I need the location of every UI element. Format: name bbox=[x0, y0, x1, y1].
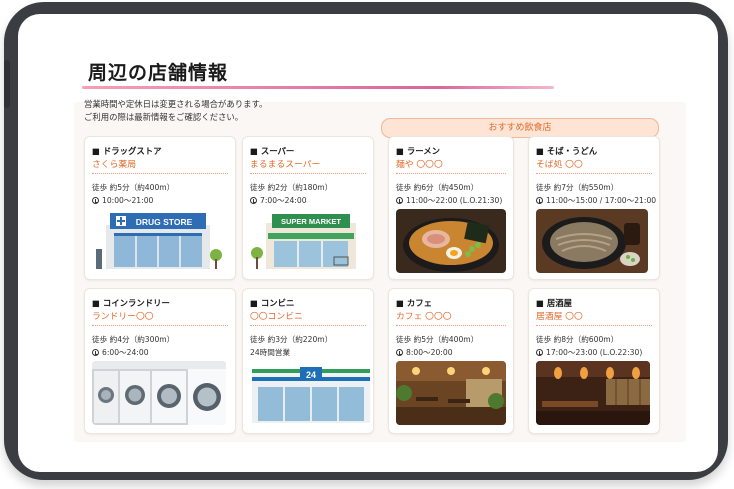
store-name: まるまるスーパー bbox=[250, 160, 321, 170]
store-hours-text: 6:00〜24:00 bbox=[102, 348, 149, 357]
store-card-supermarket[interactable]: ■ スーパー まるまるスーパー 徒歩 約2分（約180m） 7:00〜24:00… bbox=[242, 136, 374, 280]
clock-icon bbox=[396, 349, 403, 356]
store-name: さくら薬局 bbox=[92, 160, 136, 170]
store-name: 麺や 〇〇〇 bbox=[396, 160, 443, 170]
store-category: ■ 居酒屋 bbox=[536, 298, 572, 308]
divider bbox=[396, 173, 506, 174]
izakaya-photo bbox=[536, 361, 650, 425]
store-card-drugstore[interactable]: ■ ドラッグストア さくら薬局 徒歩 約5分（約400m） 10:00〜21:0… bbox=[84, 136, 236, 280]
divider bbox=[396, 325, 506, 326]
store-category: ■ ドラッグストア bbox=[92, 146, 162, 156]
notice-line-2: ご利用の際は最新情報をご確認ください。 bbox=[84, 112, 244, 122]
store-hours: 17:00〜23:00 (L.O.22:30) bbox=[536, 347, 642, 358]
store-hours: 6:00〜24:00 bbox=[92, 347, 149, 358]
soba-photo bbox=[536, 209, 648, 273]
supermarket-sign: SUPER MARKET bbox=[281, 217, 341, 226]
drugstore-sign: DRUG STORE bbox=[136, 217, 193, 227]
tablet-side-button bbox=[4, 60, 10, 108]
store-walk-time: 徒歩 約5分（約400m） bbox=[92, 183, 175, 192]
store-hours-text: 8:00〜20:00 bbox=[406, 348, 453, 357]
store-hours: 7:00〜24:00 bbox=[250, 195, 307, 206]
clock-icon bbox=[92, 197, 99, 204]
cafe-photo bbox=[396, 361, 506, 425]
store-hours: 10:00〜21:00 bbox=[92, 195, 153, 206]
store-hours: 24時間営業 bbox=[250, 347, 290, 358]
store-hours-text: 24時間営業 bbox=[250, 348, 291, 357]
laundry-photo bbox=[92, 361, 226, 425]
store-walk-time: 徒歩 約4分（約300m） bbox=[92, 335, 175, 344]
store-walk-time: 徒歩 約8分（約600m） bbox=[536, 335, 619, 344]
divider bbox=[536, 173, 652, 174]
convenience-store-illustration: 24 bbox=[250, 363, 372, 425]
store-category: ■ そば・うどん bbox=[536, 146, 598, 156]
store-hours-text: 11:00〜22:00 (L.O.21:30) bbox=[406, 196, 503, 205]
divider bbox=[536, 325, 652, 326]
store-walk-time: 徒歩 約7分（約550m） bbox=[536, 183, 619, 192]
store-card-cafe[interactable]: ■ カフェ カフェ 〇〇〇 徒歩 約5分（約400m） 8:00〜20:00 bbox=[388, 288, 514, 434]
title-underline bbox=[82, 86, 554, 89]
clock-icon bbox=[536, 349, 543, 356]
tablet-frame: 周辺の店舗情報 営業時間や定休日は変更される場合があります。 ご利用の際は最新情… bbox=[4, 2, 728, 480]
store-walk-time: 徒歩 約2分（約180m） bbox=[250, 183, 333, 192]
divider bbox=[250, 173, 366, 174]
store-name: ランドリー〇〇 bbox=[92, 312, 154, 322]
page-title: 周辺の店舗情報 bbox=[88, 62, 229, 84]
store-hours-text: 7:00〜24:00 bbox=[260, 196, 307, 205]
drugstore-illustration: DRUG STORE bbox=[92, 209, 226, 271]
store-hours: 11:00〜15:00 / 17:00〜21:00 bbox=[536, 195, 656, 206]
store-category: ■ コインランドリー bbox=[92, 298, 170, 308]
recommended-restaurants-label: おすすめ飲食店 bbox=[381, 118, 659, 138]
divider bbox=[250, 325, 366, 326]
store-walk-time: 徒歩 約5分（約400m） bbox=[396, 335, 479, 344]
convenience-sign: 24 bbox=[306, 370, 316, 380]
store-card-convenience[interactable]: ■ コンビニ 〇〇コンビニ 徒歩 約3分（約220m） 24時間営業 24 bbox=[242, 288, 374, 434]
store-hours: 8:00〜20:00 bbox=[396, 347, 453, 358]
store-name: カフェ 〇〇〇 bbox=[396, 312, 452, 322]
store-name: 〇〇コンビニ bbox=[250, 312, 303, 322]
store-walk-time: 徒歩 約3分（約220m） bbox=[250, 335, 333, 344]
clock-icon bbox=[250, 197, 257, 204]
store-card-soba[interactable]: ■ そば・うどん そば処 〇〇 徒歩 約7分（約550m） 11:00〜15:0… bbox=[528, 136, 660, 280]
store-card-laundry[interactable]: ■ コインランドリー ランドリー〇〇 徒歩 約4分（約300m） 6:00〜24… bbox=[84, 288, 236, 434]
store-hours-text: 10:00〜21:00 bbox=[102, 196, 154, 205]
notice-line-1: 営業時間や定休日は変更される場合があります。 bbox=[84, 99, 268, 109]
store-category: ■ スーパー bbox=[250, 146, 295, 156]
divider bbox=[92, 173, 228, 174]
clock-icon bbox=[536, 197, 543, 204]
store-hours-text: 17:00〜23:00 (L.O.22:30) bbox=[546, 348, 643, 357]
store-hours-text: 11:00〜15:00 / 17:00〜21:00 bbox=[546, 196, 657, 205]
store-card-izakaya[interactable]: ■ 居酒屋 居酒屋 〇〇 徒歩 約8分（約600m） 17:00〜23:00 (… bbox=[528, 288, 660, 434]
store-name: 居酒屋 〇〇 bbox=[536, 312, 583, 322]
store-category: ■ コンビニ bbox=[250, 298, 295, 308]
store-card-ramen[interactable]: ■ ラーメン 麺や 〇〇〇 徒歩 約6分（約450m） 11:00〜22:00 … bbox=[388, 136, 514, 280]
ramen-photo bbox=[396, 209, 506, 273]
supermarket-illustration: SUPER MARKET bbox=[250, 209, 366, 271]
store-category: ■ ラーメン bbox=[396, 146, 440, 156]
store-hours: 11:00〜22:00 (L.O.21:30) bbox=[396, 195, 502, 206]
tablet-screen: 周辺の店舗情報 営業時間や定休日は変更される場合があります。 ご利用の際は最新情… bbox=[18, 14, 718, 472]
divider bbox=[92, 325, 228, 326]
clock-icon bbox=[92, 349, 99, 356]
store-category: ■ カフェ bbox=[396, 298, 432, 308]
store-name: そば処 〇〇 bbox=[536, 160, 583, 170]
clock-icon bbox=[396, 197, 403, 204]
store-walk-time: 徒歩 約6分（約450m） bbox=[396, 183, 479, 192]
